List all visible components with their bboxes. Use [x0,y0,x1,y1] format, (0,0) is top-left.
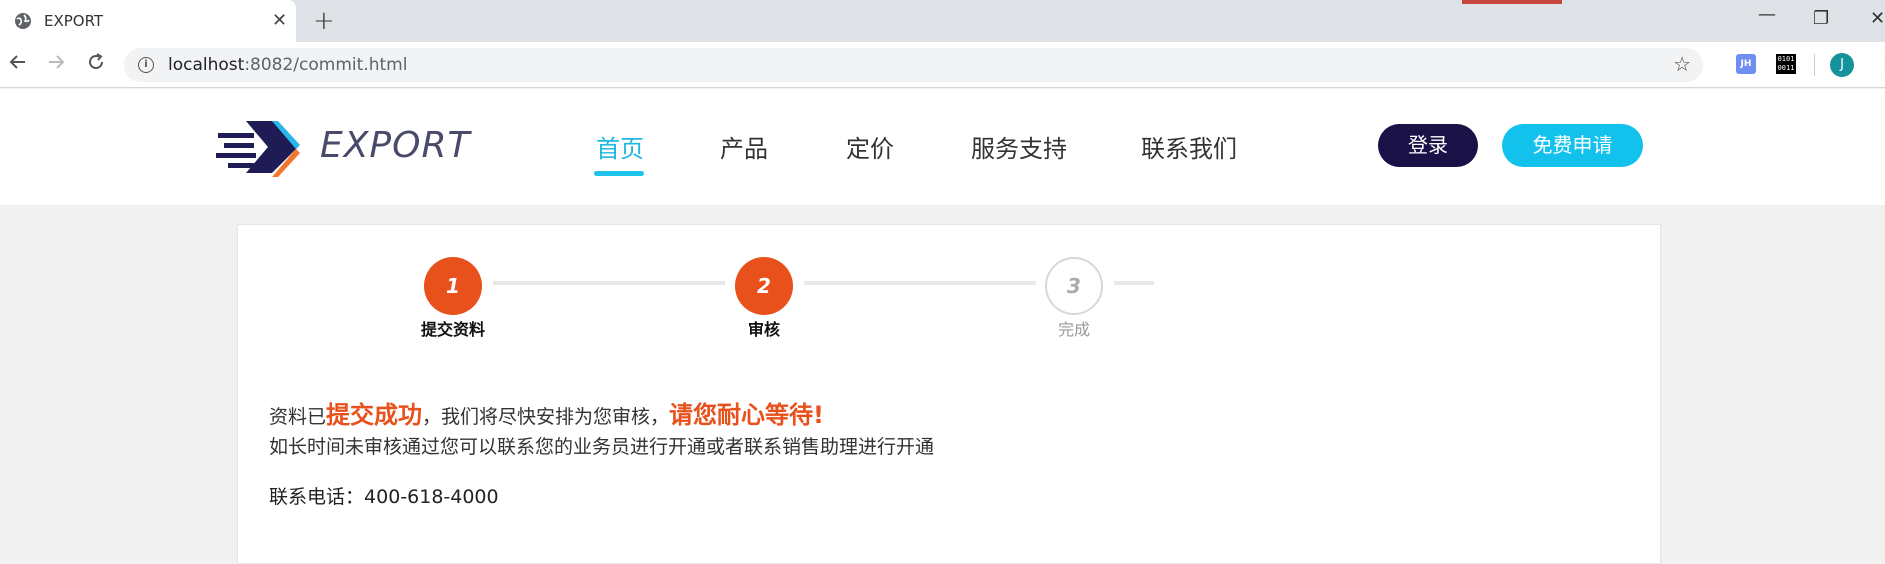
restore-window-button[interactable]: ❐ [1813,8,1829,29]
back-arrow-icon[interactable] [8,52,28,77]
new-tab-button[interactable]: + [313,6,335,36]
json-handle-extension-icon[interactable]: JH [1736,54,1756,74]
step-1-circle: 1 [424,257,482,315]
window-accent-strip [1462,0,1562,4]
binary-extension-icon[interactable]: 0101 0011 [1776,54,1796,74]
browser-tab[interactable]: EXPORT ✕ [0,0,296,42]
bookmark-star-icon[interactable]: ☆ [1673,52,1691,76]
step-connector [1114,281,1154,285]
close-tab-icon[interactable]: ✕ [272,10,287,31]
url-path: :8082/commit.html [244,55,408,75]
site-info-icon[interactable]: i [138,57,154,73]
profile-avatar[interactable]: J [1830,53,1854,77]
phone-number[interactable]: 400-618-4000 [364,486,499,508]
message-highlight-wait: 请您耐心等待! [669,401,824,429]
forward-arrow-icon[interactable] [46,52,66,77]
step-3-circle: 3 [1045,257,1103,315]
reload-icon[interactable] [86,52,106,77]
export-logo-icon[interactable] [216,113,300,181]
close-window-button[interactable]: ✕ [1870,8,1885,29]
free-apply-button[interactable]: 免费申请 [1502,124,1643,167]
globe-icon [15,13,31,29]
site-header: EXPORT 首页 产品 定价 服务支持 联系我们 登录 免费申请 [0,89,1885,205]
commit-status-card: 1 提交资料 2 审核 3 完成 资料已提交成功，我们将尽快安排为您审核，请您耐… [237,224,1661,564]
nav-pricing[interactable]: 定价 [846,129,894,164]
tab-title: EXPORT [44,12,104,30]
browser-menu-icon[interactable]: ⋮ [1876,50,1885,74]
step-1-label: 提交资料 [420,320,485,339]
phone-label: 联系电话： [269,486,365,508]
contact-phone: 联系电话：400-618-4000 [269,482,499,509]
browser-tab-strip: EXPORT ✕ + — ❐ ✕ [0,0,1885,42]
minimize-window-button[interactable]: — [1758,4,1776,25]
message-prefix: 资料已 [269,406,327,428]
submit-success-message: 资料已提交成功，我们将尽快安排为您审核，请您耐心等待! [269,395,824,430]
url-text[interactable]: localhost:8082/commit.html [168,55,407,75]
url-host: localhost [168,55,245,75]
nav-home[interactable]: 首页 [596,129,644,164]
step-2-circle: 2 [735,257,793,315]
message-middle: ，我们将尽快安排为您审核， [422,406,670,428]
nav-support[interactable]: 服务支持 [971,129,1067,164]
nav-active-underline [594,171,644,176]
browser-toolbar: i localhost:8082/commit.html ☆ JH 0101 0… [0,42,1885,88]
message-highlight-success: 提交成功 [326,401,423,429]
address-bar[interactable]: i localhost:8082/commit.html ☆ [124,48,1703,82]
login-button[interactable]: 登录 [1378,124,1478,167]
contact-instruction-text: 如长时间未审核通过您可以联系您的业务员进行开通或者联系销售助理进行开通 [269,436,935,458]
nav-contact[interactable]: 联系我们 [1141,129,1237,164]
step-connector [804,281,1036,285]
logo-text[interactable]: EXPORT [320,125,470,166]
step-2-label: 审核 [747,320,780,339]
nav-products[interactable]: 产品 [720,129,768,164]
step-connector [493,281,725,285]
toolbar-divider [1814,54,1815,76]
step-3-label: 完成 [1057,320,1090,339]
